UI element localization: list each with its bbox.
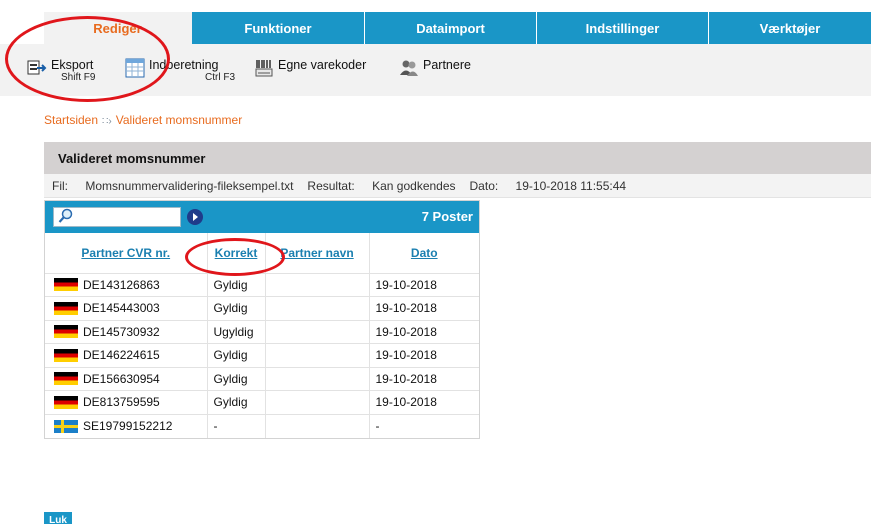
- cell-korrekt: Gyldig: [207, 366, 266, 391]
- partners-button[interactable]: Partnere: [398, 58, 471, 78]
- export-button[interactable]: Eksport Shift F9: [26, 58, 95, 84]
- cell-korrekt: Gyldig: [207, 343, 266, 367]
- cell-partner-navn: [265, 272, 370, 297]
- flag-de-icon: [54, 372, 78, 386]
- cvr-value: SE19799152212: [83, 419, 173, 433]
- cvr-value: DE143126863: [83, 277, 160, 292]
- cell-dato: 19-10-2018: [369, 272, 479, 297]
- date-value: 19-10-2018 11:55:44: [515, 178, 627, 193]
- cell-dato: -: [369, 413, 479, 438]
- arrow-right-icon: [191, 210, 199, 224]
- barcode-icon: [253, 58, 275, 78]
- table-body: DE143126863 Gyldig 19-10-2018 DE145443003 Gy…: [45, 272, 479, 438]
- cvr-value: DE146224615: [83, 348, 160, 363]
- cell-dato: 19-10-2018: [369, 319, 479, 344]
- cell-dato: 19-10-2018: [369, 390, 479, 414]
- flag-se-icon: [54, 419, 78, 433]
- report-button[interactable]: Indberetning Ctrl F3: [124, 58, 235, 84]
- cell-korrekt: Gyldig: [207, 272, 266, 297]
- flag-de-icon: [54, 278, 78, 292]
- cell-partner-navn: [265, 343, 370, 367]
- grid-toolbar: 7 Poster: [45, 201, 479, 233]
- tab-rediger[interactable]: Rediger: [44, 12, 192, 44]
- column-header-cvr[interactable]: Partner CVR nr.: [45, 233, 208, 273]
- search-go-button[interactable]: [187, 209, 203, 225]
- file-info-bar: Fil: Momsnummervalidering-fileksempel.tx…: [44, 174, 871, 198]
- cvr-value: DE145443003: [83, 301, 160, 316]
- record-count: 7 Poster: [421, 209, 473, 224]
- own-codes-label: Egne varekoder: [278, 58, 367, 72]
- tab-vaerktoejer[interactable]: Værktøjer: [709, 12, 871, 44]
- cell-dato: 19-10-2018: [369, 343, 479, 367]
- results-grid: 7 Poster Partner CVR nr. Korrekt Partner…: [44, 200, 480, 439]
- partners-icon: [398, 58, 420, 78]
- cell-cvr: DE145730932: [45, 319, 208, 344]
- cell-korrekt: Gyldig: [207, 390, 266, 414]
- file-label: Fil:: [52, 178, 68, 193]
- tab-indstillinger[interactable]: Indstillinger: [537, 12, 709, 44]
- result-label: Resultat:: [307, 178, 355, 193]
- breadcrumb-separator-icon: ∷›: [102, 116, 112, 127]
- cell-dato: 19-10-2018: [369, 366, 479, 391]
- table-row[interactable]: DE143126863 Gyldig 19-10-2018: [45, 272, 479, 297]
- flag-de-icon: [54, 301, 78, 315]
- flag-de-icon: [54, 325, 78, 339]
- cell-cvr: DE143126863: [45, 272, 208, 297]
- table-row[interactable]: DE156630954 Gyldig 19-10-2018: [45, 366, 479, 391]
- search-input[interactable]: [53, 207, 181, 227]
- section-title: Valideret momsnummer: [44, 142, 871, 174]
- column-header-partner-navn[interactable]: Partner navn: [265, 233, 370, 273]
- cell-partner-navn: [265, 296, 370, 320]
- column-header-korrekt[interactable]: Korrekt: [207, 233, 266, 273]
- table-row[interactable]: DE145730932 Ugyldig 19-10-2018: [45, 319, 479, 344]
- cell-korrekt: Ugyldig: [207, 319, 266, 344]
- calendar-grid-icon: [124, 58, 146, 78]
- cell-cvr: DE146224615: [45, 343, 208, 367]
- cvr-value: DE156630954: [83, 371, 160, 386]
- toolbar: Eksport Shift F9 Indberetning Ctrl F3 Egne…: [0, 44, 871, 96]
- results-table: Partner CVR nr. Korrekt Partner navn Dat…: [45, 233, 479, 438]
- date-label: Dato:: [469, 178, 499, 193]
- cvr-value: DE145730932: [83, 324, 160, 339]
- file-value: Momsnummervalidering-fileksempel.txt: [85, 178, 294, 193]
- breadcrumb-current: Valideret momsnummer: [115, 113, 243, 127]
- export-label: Eksport: [51, 58, 94, 72]
- cell-partner-navn: [265, 390, 370, 414]
- cell-dato: 19-10-2018: [369, 296, 479, 320]
- flag-de-icon: [54, 348, 78, 362]
- breadcrumb: Startsiden ∷› Valideret momsnummer: [44, 113, 242, 127]
- close-button[interactable]: Luk: [44, 512, 72, 524]
- cell-partner-navn: [265, 319, 370, 344]
- table-row[interactable]: SE19799152212 - -: [45, 413, 479, 438]
- search-icon: [58, 208, 74, 227]
- partners-label: Partnere: [423, 58, 471, 72]
- flag-de-icon: [54, 395, 78, 409]
- breadcrumb-home-link[interactable]: Startsiden: [44, 113, 98, 127]
- cell-partner-navn: [265, 366, 370, 391]
- table-row[interactable]: DE145443003 Gyldig 19-10-2018: [45, 296, 479, 320]
- main-tab-bar: Rediger Funktioner Dataimport Indstillin…: [44, 12, 871, 44]
- cell-korrekt: Gyldig: [207, 296, 266, 320]
- cell-korrekt: -: [207, 413, 266, 438]
- report-shortcut: Ctrl F3: [205, 72, 235, 83]
- table-row[interactable]: DE813759595 Gyldig 19-10-2018: [45, 390, 479, 414]
- cvr-value: DE813759595: [83, 395, 160, 410]
- table-row[interactable]: DE146224615 Gyldig 19-10-2018: [45, 343, 479, 367]
- cell-cvr: SE19799152212: [45, 413, 208, 438]
- cell-partner-navn: [265, 413, 370, 438]
- report-label: Indberetning: [149, 58, 219, 72]
- export-icon: [26, 58, 48, 78]
- cell-cvr: DE813759595: [45, 390, 208, 414]
- own-codes-button[interactable]: Egne varekoder: [253, 58, 366, 78]
- export-shortcut: Shift F9: [61, 72, 96, 83]
- result-value: Kan godkendes: [372, 178, 456, 193]
- column-header-dato[interactable]: Dato: [369, 233, 479, 273]
- cell-cvr: DE156630954: [45, 366, 208, 391]
- cell-cvr: DE145443003: [45, 296, 208, 320]
- tab-dataimport[interactable]: Dataimport: [365, 12, 537, 44]
- tab-funktioner[interactable]: Funktioner: [192, 12, 365, 44]
